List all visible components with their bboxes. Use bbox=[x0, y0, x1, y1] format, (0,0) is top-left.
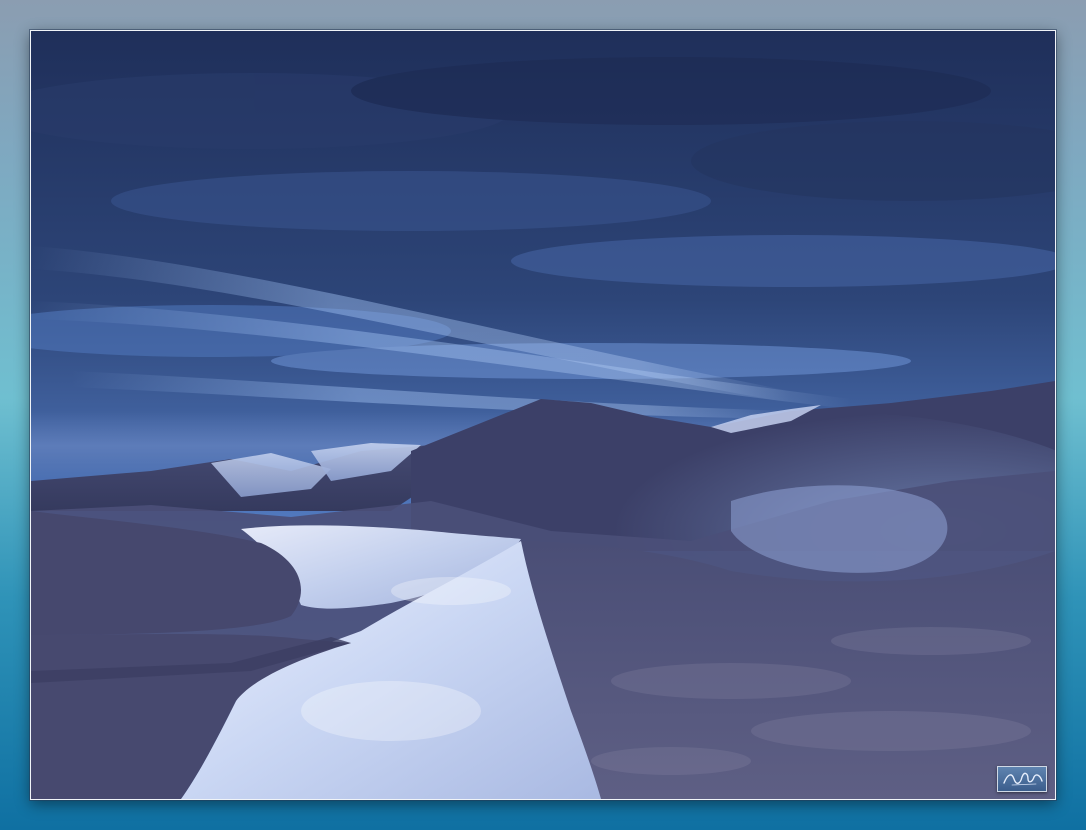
page-background bbox=[0, 0, 1086, 830]
signature-icon bbox=[1003, 772, 1043, 786]
signature-badge bbox=[997, 766, 1047, 792]
landscape-image bbox=[31, 31, 1055, 799]
image-frame bbox=[30, 30, 1056, 800]
